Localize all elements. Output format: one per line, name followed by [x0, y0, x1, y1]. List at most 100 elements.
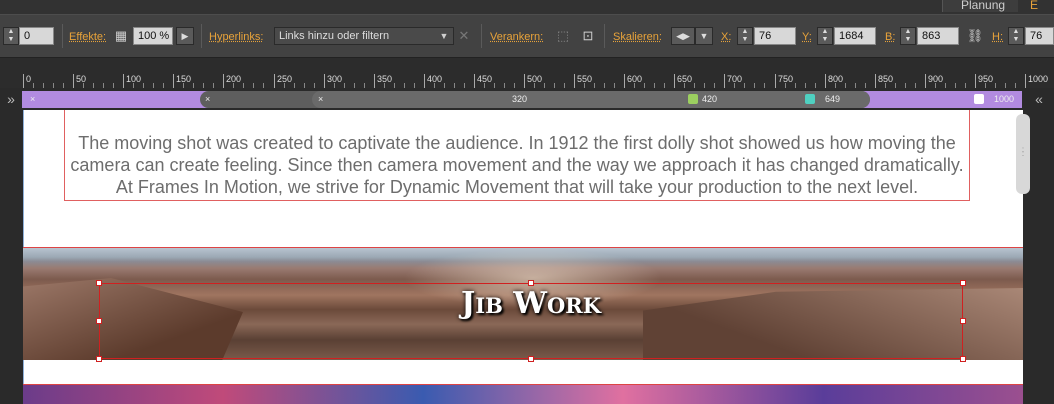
collapse-left-icon[interactable]: » [0, 91, 22, 108]
ruler-minor-tick [684, 83, 685, 88]
ruler-minor-tick [284, 83, 285, 88]
workspace-tab-planung[interactable]: Planung [942, 0, 1018, 12]
ruler-minor-tick [354, 83, 355, 88]
ruler-minor-tick [243, 83, 244, 88]
breakpoint-label-320[interactable]: 320 [512, 91, 527, 108]
ruler-minor-tick [384, 83, 385, 88]
ruler-minor-tick [53, 83, 54, 88]
ruler-minor-tick [714, 83, 715, 88]
rotation-field[interactable]: 0 [19, 27, 54, 45]
breakpoint-marker-green-icon[interactable] [688, 94, 698, 104]
skalieren-label[interactable]: Skalieren: [613, 30, 662, 44]
ruler-minor-tick [995, 83, 996, 88]
workspace-tab-next[interactable]: E [1030, 0, 1054, 12]
ruler-minor-tick [805, 83, 806, 88]
ruler-minor-tick [93, 83, 94, 88]
ruler-tick-label: 0 [26, 74, 32, 84]
anchor-pin-box-icon[interactable]: ⊡ [578, 27, 598, 45]
ruler-minor-tick [304, 83, 305, 88]
breakpoint-close-icon[interactable]: × [205, 91, 210, 108]
b-field[interactable]: 863 [917, 27, 959, 45]
scale-dropdown-icon[interactable]: ▼ [695, 27, 713, 45]
ruler-minor-tick [63, 83, 64, 88]
ruler-minor-tick [203, 83, 204, 88]
resize-handle-bottom-left[interactable] [96, 356, 102, 362]
ruler-minor-tick [664, 83, 665, 88]
workspace-strip [0, 0, 1054, 14]
scale-mode-icon[interactable]: ◀▶ [671, 27, 695, 45]
resize-handle-bottom-right[interactable] [960, 356, 966, 362]
ruler-minor-tick [334, 83, 335, 88]
hyperlinks-dropdown-icon[interactable]: ▼ [436, 27, 452, 45]
ruler-minor-tick [233, 83, 234, 88]
h-field[interactable]: 76 [1025, 27, 1054, 45]
hyperlinks-input[interactable]: Links hinzu oder filtern [274, 27, 454, 45]
breakpoint-marker-white-icon[interactable] [974, 94, 984, 104]
ruler-minor-tick [795, 83, 796, 88]
h-label: H: [992, 31, 1003, 43]
ruler-minor-tick [163, 83, 164, 88]
breakpoint-marker-teal-icon[interactable] [805, 94, 815, 104]
hyperlinks-label[interactable]: Hyperlinks: [209, 30, 263, 44]
ruler-minor-tick [404, 83, 405, 88]
ruler-minor-tick [484, 83, 485, 88]
breakpoint-close-icon[interactable]: × [30, 91, 35, 108]
ruler-major-tick [173, 74, 174, 88]
x-field[interactable]: 76 [754, 27, 796, 45]
breakpoint-close-icon[interactable]: × [318, 91, 323, 108]
opacity-menu-arrow-icon[interactable]: ▶ [176, 27, 194, 45]
toolbar-divider [604, 24, 605, 48]
ruler-minor-tick [253, 83, 254, 88]
y-stepper[interactable]: ▲ ▼ [817, 27, 833, 45]
effects-checker-icon[interactable]: ▦ [114, 27, 128, 45]
ruler-minor-tick [394, 83, 395, 88]
ruler-minor-tick [153, 83, 154, 88]
h-stepper[interactable]: ▲ ▼ [1008, 27, 1024, 45]
b-stepper[interactable]: ▲ ▼ [900, 27, 916, 45]
ruler-minor-tick [634, 83, 635, 88]
concert-banner-image[interactable] [23, 384, 1023, 404]
toolbar-divider [201, 24, 202, 48]
y-field[interactable]: 1684 [834, 27, 876, 45]
ruler-minor-tick [915, 83, 916, 88]
breakpoint-bar[interactable]: × × × 320 420 649 1000 [22, 91, 1022, 108]
ruler-minor-tick [764, 83, 765, 88]
ruler-minor-tick [193, 83, 194, 88]
breakpoint-label-649[interactable]: 649 [825, 91, 840, 108]
ruler-minor-tick [554, 83, 555, 88]
ruler-minor-tick [754, 83, 755, 88]
y-label: Y: [802, 31, 812, 43]
verankern-label[interactable]: Verankern: [490, 30, 543, 44]
ruler-minor-tick [494, 83, 495, 88]
breakpoint-label-420[interactable]: 420 [702, 91, 717, 108]
ruler-major-tick [775, 74, 776, 88]
breakpoint-label-1000[interactable]: 1000 [994, 91, 1014, 108]
ruler-minor-tick [734, 83, 735, 88]
x-stepper[interactable]: ▲ ▼ [737, 27, 753, 45]
rotation-stepper[interactable]: ▲ ▼ [3, 27, 19, 45]
ruler-minor-tick [544, 83, 545, 88]
ruler-minor-tick [514, 83, 515, 88]
breakpoint-range-420[interactable] [312, 91, 870, 108]
ruler-major-tick [73, 74, 74, 88]
anchor-dotted-box-icon[interactable]: ⬚ [553, 27, 573, 45]
resize-handle-bottom[interactable] [528, 356, 534, 362]
ruler-major-tick [674, 74, 675, 88]
collapse-right-icon[interactable]: « [1024, 91, 1054, 108]
ruler-minor-tick [744, 83, 745, 88]
effekte-label[interactable]: Effekte: [69, 30, 106, 44]
ruler-minor-tick [133, 83, 134, 88]
ruler-marks: 0 50 100 150 200 250 300 350 400 450 500 550 600 650 7… [0, 58, 1054, 88]
opacity-field[interactable]: 100 % [133, 27, 173, 45]
ruler-minor-tick [414, 83, 415, 88]
ruler-minor-tick [454, 83, 455, 88]
toolbar-divider [481, 24, 482, 48]
jib-work-title[interactable]: Jib Work [99, 284, 963, 324]
link-proportions-icon[interactable]: ⛓ [966, 27, 984, 45]
ruler-major-tick [925, 74, 926, 88]
intro-text-frame[interactable]: The moving shot was created to captivate… [64, 110, 970, 201]
ruler-minor-tick [1005, 83, 1006, 88]
ruler-minor-tick [654, 83, 655, 88]
ruler-major-tick [424, 74, 425, 88]
clear-hyperlink-icon[interactable]: ✕ [457, 27, 471, 45]
